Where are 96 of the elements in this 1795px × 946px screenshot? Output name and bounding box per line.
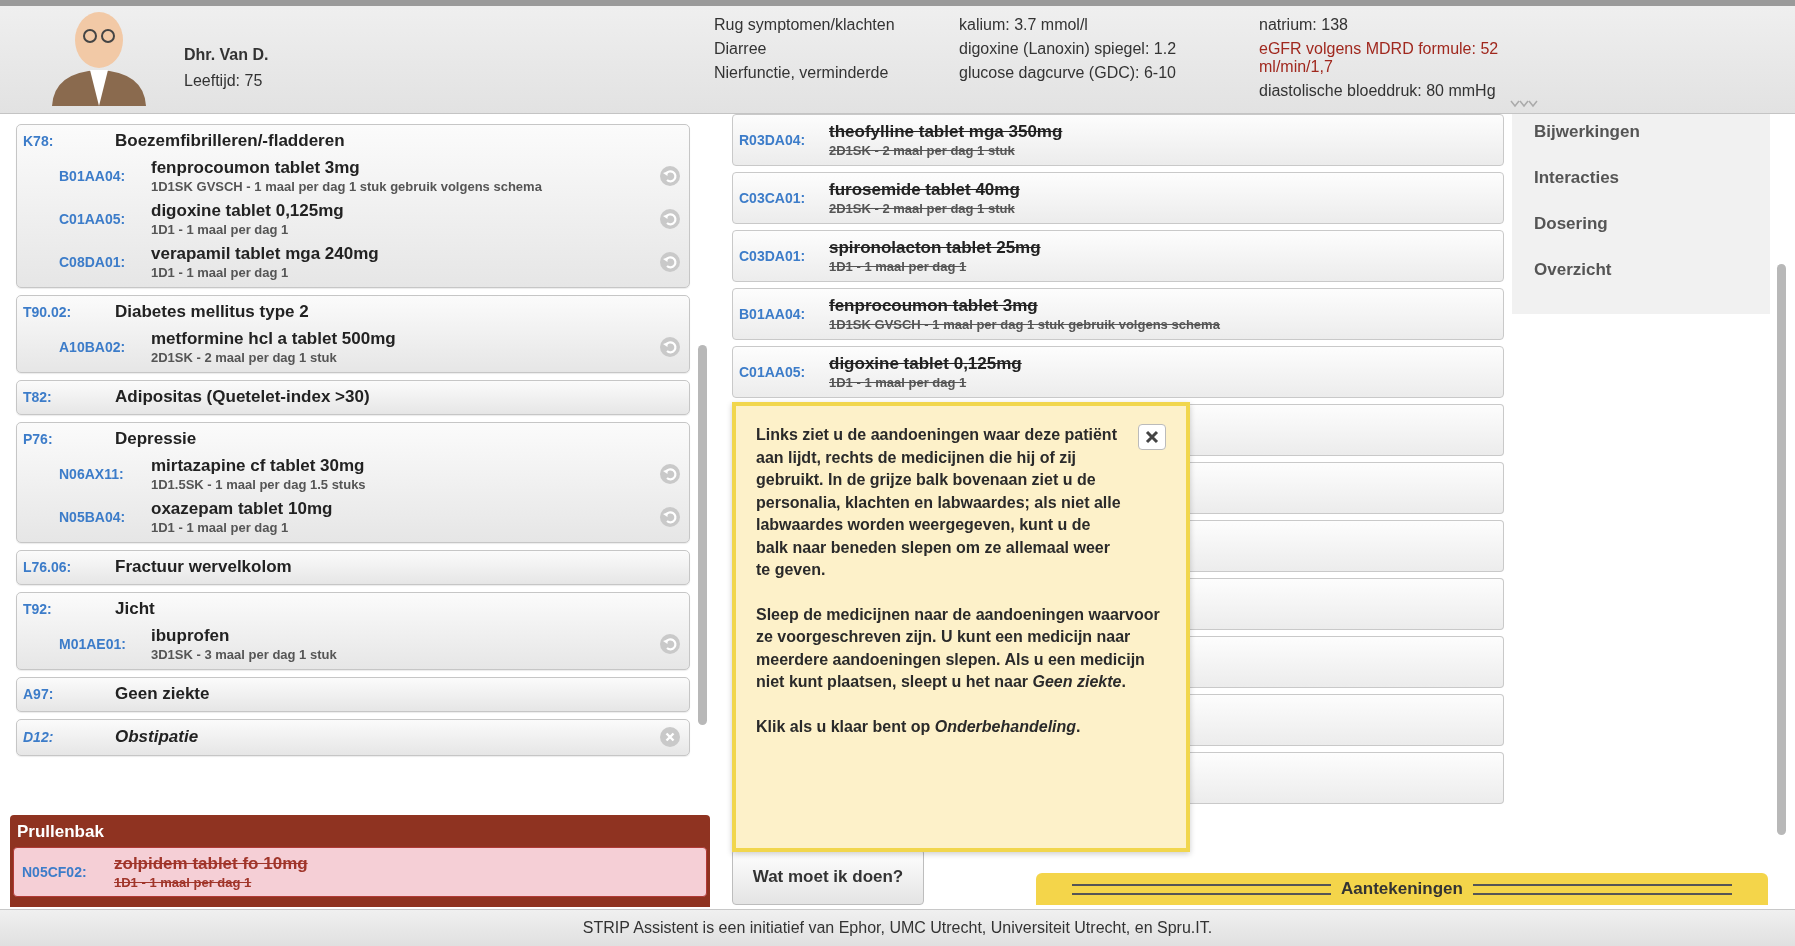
medication-card[interactable]: C03CA01: furosemide tablet 40mg 2D1SK - 2 maal per dag 1 stuk [732,172,1504,224]
medication-card[interactable]: N05CF02: zolpidem tablet fo 10mg 1D1 - 1 maal per dag 1 [13,847,707,897]
medication-code: C01AA05: [739,364,807,380]
lab-value: kalium: 3.7 mmol/l [959,16,1089,34]
patient-age: Leeftijd: 75 [184,72,264,90]
patient-name: Dhr. Van D. [184,46,270,64]
medication-code: C01AA05: [59,211,127,227]
dosage-text: 1D1 - 1 maal per dag 1 [151,520,290,535]
sidebar-link[interactable]: Overzicht [1534,260,1748,280]
condition-code: T92: [23,601,53,617]
medication-name: digoxine tablet 0,125mg [829,354,1023,374]
help-paragraph: Sleep de medicijnen naar de aandoeningen waarvoor ze voorgeschreven zijn. U kunt een medicijn naar meerdere aandoeningen slepen. Als u een medicijn niet kunt plaatsen, sleept u het naar Geen ziekte. [756,604,1161,692]
complaint-text: Diarree [714,40,768,58]
medication-name: metformine hcl a tablet 500mg [151,329,397,349]
undo-icon[interactable] [659,336,681,358]
medication-name: furosemide tablet 40mg [829,180,1021,200]
medication-card[interactable]: B01AA04: fenprocoumon tablet 3mg 1D1SK GVSCH - 1 maal per dag 1 stuk gebruik volgens schema [732,288,1504,340]
condition-code: T90.02: [23,304,73,320]
medication-name: ibuprofen [151,626,231,646]
medication-name: fenprocoumon tablet 3mg [151,158,361,178]
medication-code: B01AA04: [59,168,127,184]
sidebar-link[interactable]: Interacties [1534,168,1748,188]
condition-name: Fractuur wervelkolom [115,557,293,577]
medication-name: zolpidem tablet fo 10mg [114,854,309,874]
medication-code: N05BA04: [59,509,127,525]
trash-title: Prullenbak [16,821,105,843]
dosage-text: 2D1SK - 2 maal per dag 1 stuk [829,201,1016,216]
dosage-text: 1D1 - 1 maal per dag 1 [829,259,968,274]
medication-name: verapamil tablet mga 240mg [151,244,380,264]
dosage-text: 1D1 - 1 maal per dag 1 [151,222,290,237]
scrollbar[interactable] [698,345,707,725]
lab-value: natrium: 138 [1259,16,1349,34]
undo-icon[interactable] [659,633,681,655]
help-paragraph: Links ziet u de aandoeningen waar deze patiënt aan lijdt, rechts de medicijnen die hij of zij gebruikt. In de grijze balk bovenaan ziet u de personalia, klachten en labwaardes; als niet alle labwaardes worden weergegeven, kunt u de balk naar beneden slepen om ze allemaal weer te geven. [756,425,1122,580]
condition-code: P76: [23,431,54,447]
dosage-text: 1D1 - 1 maal per dag 1 [829,375,968,390]
condition-code: A97: [23,686,55,702]
medication-card[interactable]: C03DA01: spironolacton tablet 25mg 1D1 - 1 maal per dag 1 [732,230,1504,282]
condition-name: Geen ziekte [115,684,211,704]
medication-code: R03DA04: [739,132,807,148]
dosage-text: 1D1.5SK - 1 maal per dag 1.5 stuks [151,477,367,492]
condition-name: Boezemfibrilleren/-fladderen [115,131,346,151]
condition-code: D12: [23,729,55,745]
lab-value: digoxine (Lanoxin) spiegel: 1.2 [959,40,1178,58]
medication-code: N06AX11: [59,466,125,482]
medication-code: C08DA01: [59,254,127,270]
medication-name: digoxine tablet 0,125mg [151,201,345,221]
notes-tab[interactable]: Aantekeningen [1036,873,1768,905]
complaint-text: Nierfunctie, verminderde [714,64,890,82]
dosage-text: 1D1 - 1 maal per dag 1 [151,265,290,280]
dosage-text: 1D1SK GVSCH - 1 maal per dag 1 stuk gebruik volgens schema [829,317,1221,332]
sidebar-link[interactable]: Dosering [1534,214,1748,234]
medication-name: theofylline tablet mga 350mg [829,122,1064,142]
close-button[interactable] [1138,424,1166,450]
dosage-text: 1D1 - 1 maal per dag 1 [114,875,253,890]
medication-name: spironolacton tablet 25mg [829,238,1042,258]
dosage-text: 2D1SK - 2 maal per dag 1 stuk [151,350,338,365]
dosage-text: 3D1SK - 3 maal per dag 1 stuk [151,647,338,662]
medication-code: C03CA01: [739,190,807,206]
medication-code: B01AA04: [739,306,807,322]
drag-handle-icon[interactable] [1509,99,1539,109]
dosage-text: 1D1SK GVSCH - 1 maal per dag 1 stuk gebruik volgens schema [151,179,543,194]
medication-code: C03DA01: [739,248,807,264]
condition-code: T82: [23,389,53,405]
lab-value: glucose dagcurve (GDC): 6-10 [959,64,1177,82]
condition-name: Obstipatie [115,727,200,747]
footer-text: STRIP Assistent is een initiatief van Ephor, UMC Utrecht, Universiteit Utrecht, en Spru.IT. [582,919,1213,937]
undo-icon[interactable] [659,165,681,187]
condition-name: Jicht [115,599,156,619]
help-paragraph: Klik als u klaar bent op Onderbehandeling. [756,716,1082,737]
scrollbar[interactable] [1777,264,1786,835]
undo-icon[interactable] [659,463,681,485]
condition-code: K78: [23,133,55,149]
medication-card[interactable]: C01AA05: digoxine tablet 0,125mg 1D1 - 1 maal per dag 1 [732,346,1504,398]
condition-name: Diabetes mellitus type 2 [115,302,310,322]
lab-value: eGFR volgens MDRD formule: 52 ml/min/1,7 [1259,40,1500,76]
medication-name: mirtazapine cf tablet 30mg [151,456,366,476]
medication-name: oxazepam tablet 10mg [151,499,334,519]
condition-name: Depressie [115,429,198,449]
condition-code: L76.06: [23,559,73,575]
medication-code: N05CF02: [22,864,88,880]
undo-icon[interactable] [659,208,681,230]
medication-code: M01AE01: [59,636,127,652]
complaint-text: Rug symptomen/klachten [714,16,896,34]
medication-card[interactable]: R03DA04: theofylline tablet mga 350mg 2D1SK - 2 maal per dag 1 stuk [732,114,1504,166]
sidebar-link[interactable]: Bijwerkingen [1534,122,1748,142]
medication-code: A10BA02: [59,339,127,355]
dosage-text: 2D1SK - 2 maal per dag 1 stuk [829,143,1016,158]
medication-name: fenprocoumon tablet 3mg [829,296,1039,316]
undo-icon[interactable] [659,251,681,273]
lab-value: diastolische bloeddruk: 80 mmHg [1259,82,1497,100]
close-icon[interactable] [659,726,681,748]
help-button[interactable]: Wat moet ik doen? [732,849,924,905]
close-icon [1145,430,1159,444]
condition-name: Adipositas (Quetelet-index >30) [115,387,371,407]
undo-icon[interactable] [659,506,681,528]
